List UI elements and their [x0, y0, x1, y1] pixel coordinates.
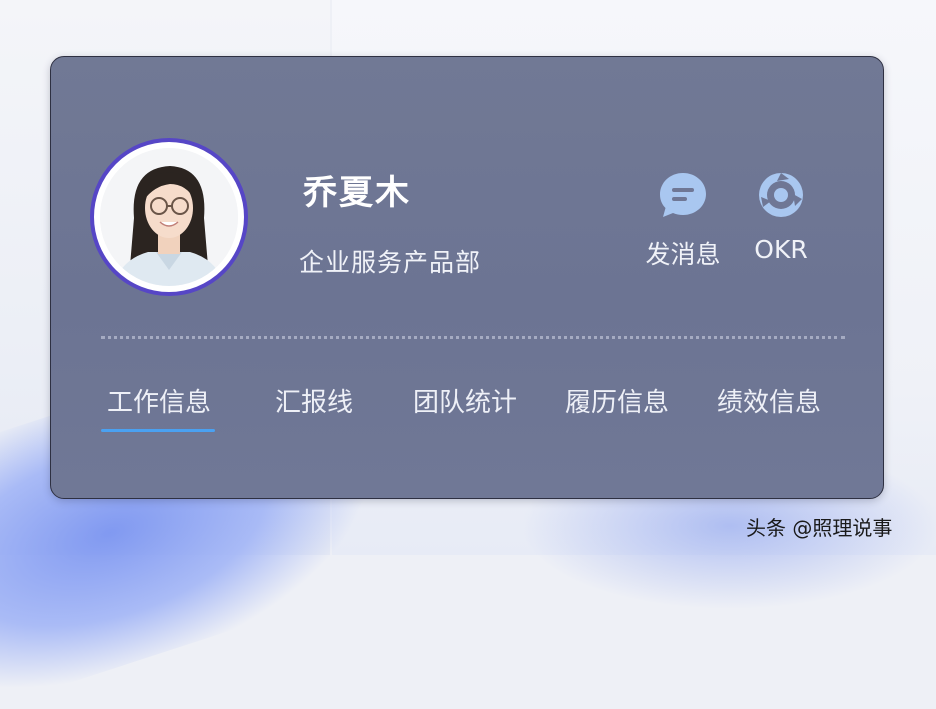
- dotted-divider: [101, 336, 845, 339]
- profile-department: 企业服务产品部: [299, 248, 482, 277]
- okr-button[interactable]: OKR: [741, 169, 821, 264]
- tab-performance-info[interactable]: 绩效信息: [717, 382, 821, 419]
- avatar[interactable]: [90, 138, 248, 296]
- profile-tabs: 工作信息 汇报线 团队统计 履历信息 绩效信息: [51, 382, 883, 442]
- send-message-button[interactable]: 发消息: [637, 169, 729, 271]
- tab-team-stats[interactable]: 团队统计: [413, 382, 517, 419]
- watermark: 头条 @照理说事: [746, 516, 893, 540]
- tab-reporting-line[interactable]: 汇报线: [275, 382, 353, 419]
- send-message-label: 发消息: [645, 240, 721, 269]
- person-portrait-icon: [100, 148, 238, 286]
- tab-work-info[interactable]: 工作信息: [100, 382, 216, 432]
- avatar-photo: [100, 148, 238, 286]
- tab-resume-info[interactable]: 履历信息: [565, 382, 669, 419]
- okr-label: OKR: [754, 235, 808, 264]
- profile-card: 乔夏木 企业服务产品部 发消息 OKR 工作信息 汇报线 团队统计 履历信息 绩…: [50, 56, 884, 499]
- profile-name: 乔夏木: [303, 173, 411, 213]
- chat-bubble-icon: [660, 173, 706, 217]
- okr-target-icon: [759, 173, 803, 217]
